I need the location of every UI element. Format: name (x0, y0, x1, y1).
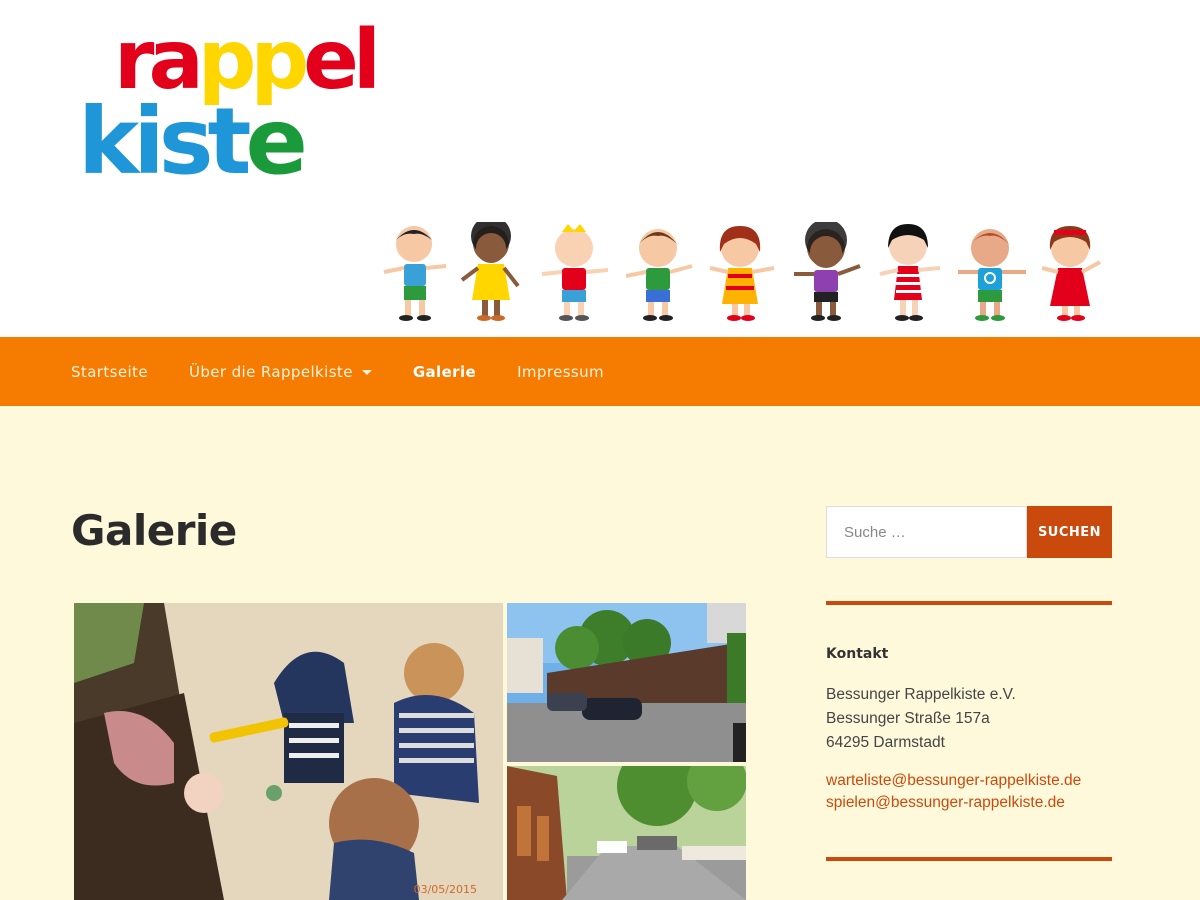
main-navigation: Startseite Über die Rappelkiste Galerie … (0, 337, 1200, 406)
site-logo[interactable]: rappel kiste (78, 20, 381, 188)
child-figure-5 (709, 226, 775, 321)
photo-gallery: 03/05/2015 (74, 603, 746, 900)
photo-date-stamp: 03/05/2015 (413, 883, 477, 896)
child-figure-8 (958, 229, 1026, 321)
sidebar-divider (826, 857, 1112, 861)
logo-letter: i (133, 88, 164, 195)
child-figure-4 (625, 229, 693, 321)
email-link-spielen[interactable]: spielen@bessunger-rappelkiste.de (826, 792, 1081, 814)
site-header: rappel kiste (0, 0, 1200, 337)
child-figure-7 (879, 224, 941, 321)
logo-letter: e (303, 13, 359, 108)
address-line: Bessunger Straße 157a (826, 710, 990, 727)
caret-down-icon (361, 370, 372, 375)
nav-item-startseite[interactable]: Startseite (71, 363, 148, 381)
address-line: Bessunger Rappelkiste e.V. (826, 686, 1016, 703)
search-input[interactable] (826, 506, 1027, 558)
nav-menu: Startseite Über die Rappelkiste Galerie … (0, 337, 1200, 406)
nav-item-label: Startseite (71, 362, 148, 381)
address-line: 64295 Darmstadt (826, 734, 945, 751)
kids-illustration (383, 222, 1101, 321)
nav-item-label: Über die Rappelkiste (188, 362, 353, 381)
contact-address: Bessunger Rappelkiste e.V. Bessunger Str… (826, 683, 1016, 755)
child-figure-6 (794, 222, 861, 321)
child-figure-2 (460, 222, 520, 321)
nav-item-label: Impressum (517, 362, 605, 381)
gallery-photo-building[interactable] (507, 603, 746, 762)
child-figure-3 (541, 224, 609, 321)
email-link-warteliste[interactable]: warteliste@bessunger-rappelkiste.de (826, 770, 1081, 792)
gallery-photo-sandbox[interactable]: 03/05/2015 (74, 603, 503, 900)
nav-item-ueber-die-rappelkiste[interactable]: Über die Rappelkiste (189, 363, 372, 381)
logo-letter: e (245, 88, 307, 195)
contact-emails: warteliste@bessunger-rappelkiste.de spie… (826, 770, 1081, 814)
logo-letter: k (78, 88, 139, 195)
search-form: SUCHEN (826, 506, 1112, 558)
page-title: Galerie (71, 506, 237, 555)
contact-widget-title: Kontakt (826, 646, 889, 662)
child-figure-9 (1041, 226, 1101, 321)
nav-item-impressum[interactable]: Impressum (517, 363, 604, 381)
nav-item-galerie[interactable]: Galerie (413, 363, 476, 381)
logo-line-2: kiste (78, 96, 308, 188)
logo-letter: s (158, 88, 214, 195)
gallery-photo-courtyard[interactable] (507, 766, 746, 900)
logo-letter: t (207, 88, 252, 195)
logo-letter: l (352, 13, 381, 108)
child-figure-1 (383, 226, 447, 321)
sidebar-divider (826, 601, 1112, 605)
search-button[interactable]: SUCHEN (1027, 506, 1112, 558)
main-content: Galerie 03/05/2015 Suche … SUCHEN Kontak… (0, 406, 1200, 900)
nav-item-label: Galerie (412, 362, 477, 381)
